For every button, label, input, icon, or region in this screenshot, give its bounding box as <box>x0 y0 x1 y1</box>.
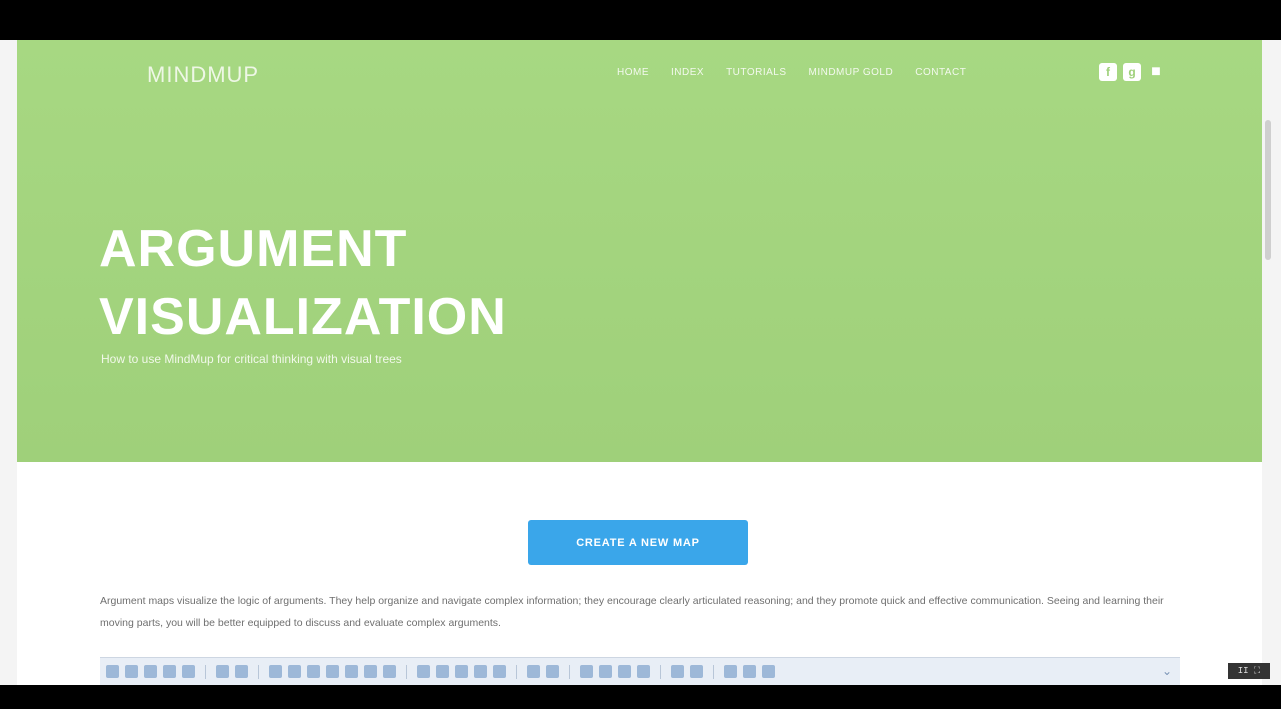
reset-zoom-icon[interactable] <box>618 665 631 678</box>
nav-index[interactable]: INDEX <box>671 67 704 78</box>
mindmap-toolbar: ⌄ <box>100 657 1180 685</box>
toolbar-separator <box>569 664 570 679</box>
video-bottom-letterbox <box>0 685 1281 709</box>
search-icon[interactable] <box>417 665 430 678</box>
attachment-icon[interactable] <box>345 665 358 678</box>
facebook-icon[interactable]: f <box>1099 63 1117 81</box>
toolbar-separator <box>516 664 517 679</box>
toolbar-separator <box>205 664 206 679</box>
copy-icon[interactable] <box>527 665 540 678</box>
up-icon[interactable] <box>474 665 487 678</box>
remove-icon[interactable] <box>182 665 195 678</box>
settings-icon[interactable] <box>762 665 775 678</box>
page-subtitle: How to use MindMup for critical thinking… <box>101 352 402 366</box>
link-icon[interactable] <box>307 665 320 678</box>
insert-icon[interactable] <box>235 665 248 678</box>
google-plus-icon[interactable]: g <box>1123 63 1141 81</box>
image-icon[interactable] <box>326 665 339 678</box>
add-sibling-icon[interactable] <box>163 665 176 678</box>
pencil-icon[interactable] <box>383 665 396 678</box>
center-icon[interactable] <box>671 665 684 678</box>
page-title-line-2: VISUALIZATION <box>99 288 507 346</box>
list-icon[interactable] <box>690 665 703 678</box>
undo-icon[interactable] <box>106 665 119 678</box>
video-top-letterbox <box>0 0 1281 40</box>
page-title-line-1: ARGUMENT <box>99 220 408 278</box>
back-icon[interactable] <box>743 665 756 678</box>
expand-icon[interactable] <box>288 665 301 678</box>
intro-paragraph: Argument maps visualize the logic of arg… <box>100 595 1164 629</box>
add-child-icon[interactable] <box>144 665 157 678</box>
nav-contact[interactable]: CONTACT <box>915 67 966 78</box>
collapse-icon[interactable] <box>269 665 282 678</box>
chevron-down-icon[interactable]: ⌄ <box>1162 664 1172 678</box>
brand-logo[interactable]: MINDMUP <box>147 62 259 88</box>
create-new-map-button[interactable]: CREATE A NEW MAP <box>528 520 748 565</box>
zoom-out-icon[interactable] <box>599 665 612 678</box>
toolbar-separator <box>406 664 407 679</box>
left-icon[interactable] <box>436 665 449 678</box>
nav-home[interactable]: HOME <box>617 67 649 78</box>
nav-mindmup-gold[interactable]: MINDMUP GOLD <box>809 67 894 78</box>
toolbar-separator <box>660 664 661 679</box>
left-margin <box>0 40 17 685</box>
main-nav: HOME INDEX TUTORIALS MINDMUP GOLD CONTAC… <box>617 67 988 78</box>
nav-tutorials[interactable]: TUTORIALS <box>726 67 786 78</box>
hero-section: MINDMUP HOME INDEX TUTORIALS MINDMUP GOL… <box>17 40 1262 462</box>
layout-icon[interactable] <box>637 665 650 678</box>
toolbar-separator <box>258 664 259 679</box>
zoom-in-icon[interactable] <box>580 665 593 678</box>
social-links: f g ■ <box>1099 63 1165 81</box>
scrollbar[interactable] <box>1265 120 1271 260</box>
redo-icon[interactable] <box>125 665 138 678</box>
share-icon[interactable] <box>724 665 737 678</box>
page-title: ARGUMENT VISUALIZATION <box>99 215 507 351</box>
edit-icon[interactable] <box>216 665 229 678</box>
note-icon[interactable] <box>364 665 377 678</box>
video-controls-badge[interactable]: II ⛶ <box>1228 663 1270 679</box>
right-icon[interactable] <box>455 665 468 678</box>
user-icon[interactable]: ■ <box>1147 63 1165 81</box>
toolbar-separator <box>713 664 714 679</box>
down-icon[interactable] <box>493 665 506 678</box>
paste-icon[interactable] <box>546 665 559 678</box>
